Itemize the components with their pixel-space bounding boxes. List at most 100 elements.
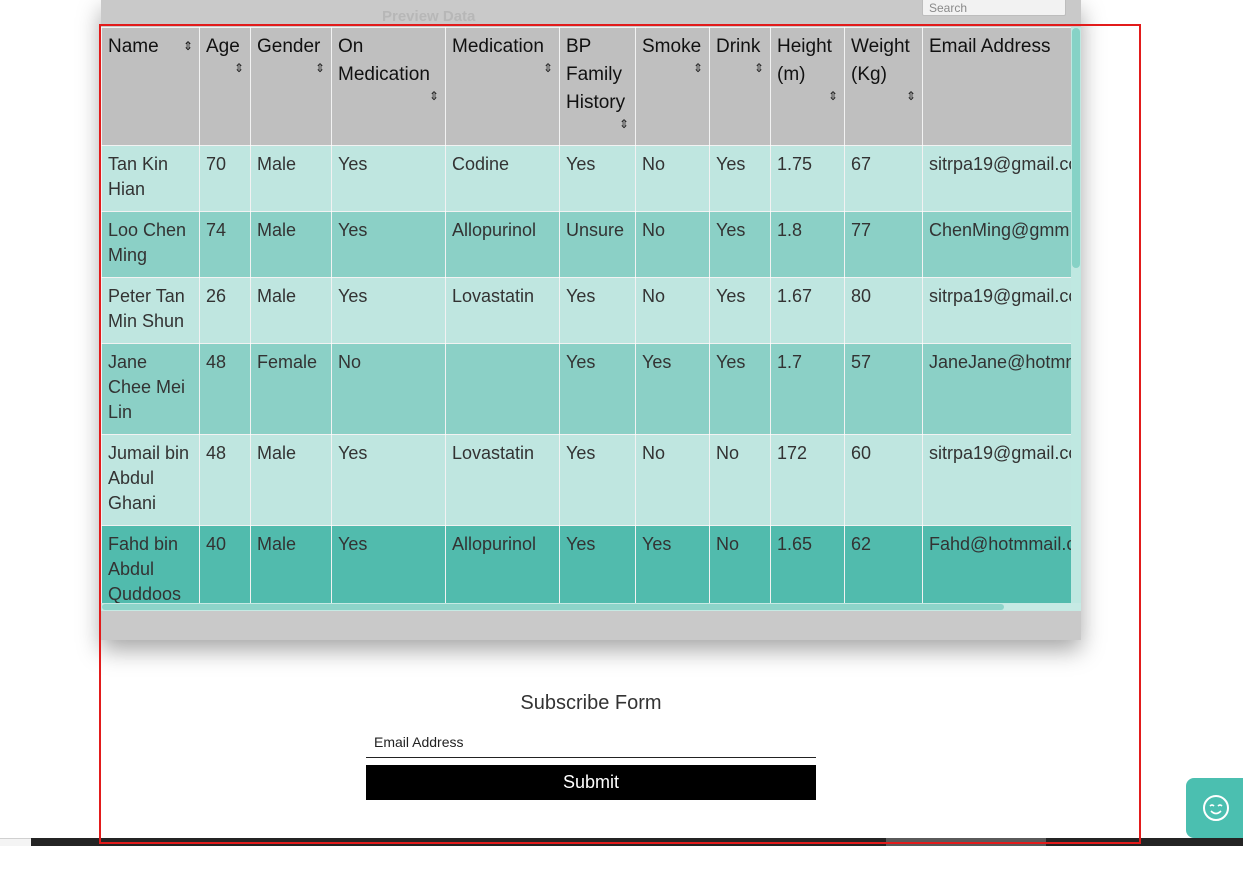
table-cell-bp-family-history: Yes xyxy=(559,343,636,435)
column-header-smoke[interactable]: Smoke ⇕ xyxy=(635,27,710,146)
table-cell-name: Loo Chen Ming xyxy=(101,211,200,278)
table-cell-smoke: Yes xyxy=(635,343,710,435)
table-cell-email: JaneJane@hotmn xyxy=(922,343,1071,435)
table-cell-age: 26 xyxy=(199,277,251,344)
footer-scroll-indicator xyxy=(886,838,1046,846)
table-cell-email: ChenMing@gmm xyxy=(922,211,1071,278)
sort-icon[interactable]: ⇕ xyxy=(338,89,439,103)
table-cell-on-medication: Yes xyxy=(331,145,446,212)
table-cell-gender: Male xyxy=(250,525,332,603)
table-cell-on-medication: Yes xyxy=(331,211,446,278)
table-cell-drink: Yes xyxy=(709,145,771,212)
email-field[interactable] xyxy=(366,727,816,758)
table-cell-medication: Codine xyxy=(445,145,560,212)
table-cell-smoke: Yes xyxy=(635,525,710,603)
table-cell-height: 1.67 xyxy=(770,277,845,344)
table-cell-medication: Allopurinol xyxy=(445,525,560,603)
table-cell-age: 70 xyxy=(199,145,251,212)
footer-edge xyxy=(0,838,31,846)
table-cell-bp-family-history: Yes xyxy=(559,145,636,212)
table-cell-weight: 67 xyxy=(844,145,923,212)
sort-icon[interactable]: ⇕ xyxy=(642,61,703,75)
table-cell-age: 48 xyxy=(199,343,251,435)
table-row[interactable]: Tan Kin Hian 70 Male Yes Codine Yes No Yes 1.75 6… xyxy=(101,145,1071,212)
table-row[interactable]: Loo Chen Ming 74 Male Yes Allopurinol Unsure N… xyxy=(101,211,1071,278)
column-header-name[interactable]: Name ⇕ xyxy=(101,27,200,146)
sort-icon[interactable]: ⇕ xyxy=(566,117,629,131)
table-cell-name: Fahd bin Abdul Quddoos xyxy=(101,525,200,603)
data-table: Name ⇕ Age ⇕ Gender ⇕ On Medication ⇕ Medica… xyxy=(101,27,1071,603)
chat-smile-icon xyxy=(1203,795,1229,821)
table-header-row: Name ⇕ Age ⇕ Gender ⇕ On Medication ⇕ Medica… xyxy=(101,27,1071,146)
table-cell-height: 1.8 xyxy=(770,211,845,278)
table-cell-email: sitrpa19@gmail.co xyxy=(922,277,1071,344)
sort-icon[interactable]: ⇕ xyxy=(206,61,244,75)
table-cell-name: Peter Tan Min Shun xyxy=(101,277,200,344)
table-cell-age: 74 xyxy=(199,211,251,278)
table-row[interactable]: Peter Tan Min Shun 26 Male Yes Lovastatin Yes… xyxy=(101,277,1071,344)
table-cell-weight: 60 xyxy=(844,434,923,526)
sort-icon[interactable]: ⇕ xyxy=(183,39,193,53)
table-cell-gender: Male xyxy=(250,145,332,212)
table-cell-smoke: No xyxy=(635,277,710,344)
column-header-gender[interactable]: Gender ⇕ xyxy=(250,27,332,146)
table-cell-on-medication: Yes xyxy=(331,525,446,603)
table-cell-bp-family-history: Unsure xyxy=(559,211,636,278)
table-cell-drink: Yes xyxy=(709,343,771,435)
table-cell-age: 40 xyxy=(199,525,251,603)
table-cell-gender: Male xyxy=(250,434,332,526)
column-header-drink[interactable]: Drink ⇕ xyxy=(709,27,771,146)
column-header-bp-family-history[interactable]: BP Family History ⇕ xyxy=(559,27,636,146)
table-cell-on-medication: No xyxy=(331,343,446,435)
column-header-email[interactable]: Email Address xyxy=(922,27,1071,146)
table-cell-gender: Male xyxy=(250,277,332,344)
table-cell-height: 1.65 xyxy=(770,525,845,603)
sort-icon[interactable]: ⇕ xyxy=(452,61,553,75)
table-cell-medication: Allopurinol xyxy=(445,211,560,278)
background-search-input[interactable]: Search xyxy=(922,0,1066,16)
table-cell-on-medication: Yes xyxy=(331,277,446,344)
table-cell-weight: 80 xyxy=(844,277,923,344)
table-cell-medication: Lovastatin xyxy=(445,434,560,526)
sort-icon[interactable]: ⇕ xyxy=(777,89,838,103)
column-header-age[interactable]: Age ⇕ xyxy=(199,27,251,146)
column-header-weight[interactable]: Weight (Kg) ⇕ xyxy=(844,27,923,146)
table-cell-drink: No xyxy=(709,525,771,603)
table-cell-weight: 77 xyxy=(844,211,923,278)
sort-icon[interactable]: ⇕ xyxy=(257,61,325,75)
table-cell-bp-family-history: Yes xyxy=(559,277,636,344)
data-table-container: Name ⇕ Age ⇕ Gender ⇕ On Medication ⇕ Medica… xyxy=(101,27,1071,603)
table-cell-name: Tan Kin Hian xyxy=(101,145,200,212)
vertical-scrollbar-thumb[interactable] xyxy=(1072,28,1080,268)
table-cell-bp-family-history: Yes xyxy=(559,434,636,526)
table-cell-smoke: No xyxy=(635,434,710,526)
table-row[interactable]: Fahd bin Abdul Quddoos 40 Male Yes Allopurin… xyxy=(101,525,1071,603)
table-cell-medication: Lovastatin xyxy=(445,277,560,344)
table-cell-email: sitrpa19@gmail.co xyxy=(922,434,1071,526)
subscribe-form-title: Subscribe Form xyxy=(520,692,662,714)
column-header-height[interactable]: Height (m) ⇕ xyxy=(770,27,845,146)
table-cell-medication xyxy=(445,343,560,435)
table-cell-drink: No xyxy=(709,434,771,526)
table-cell-name: Jane Chee Mei Lin xyxy=(101,343,200,435)
table-cell-on-medication: Yes xyxy=(331,434,446,526)
table-cell-gender: Male xyxy=(250,211,332,278)
table-cell-age: 48 xyxy=(199,434,251,526)
submit-button[interactable]: Submit xyxy=(366,765,816,800)
table-row[interactable]: Jane Chee Mei Lin 48 Female No Yes Yes Yes 1.7 5… xyxy=(101,343,1071,435)
table-cell-weight: 62 xyxy=(844,525,923,603)
sort-icon[interactable]: ⇕ xyxy=(716,61,764,75)
table-body: Tan Kin Hian 70 Male Yes Codine Yes No Yes 1.75 6… xyxy=(101,145,1071,603)
horizontal-scrollbar-thumb[interactable] xyxy=(102,604,1004,610)
chat-widget-button[interactable] xyxy=(1186,778,1243,838)
table-cell-smoke: No xyxy=(635,211,710,278)
table-cell-height: 1.75 xyxy=(770,145,845,212)
background-dialog-title: Preview Data xyxy=(382,8,476,25)
table-cell-name: Jumail bin Abdul Ghani xyxy=(101,434,200,526)
column-header-medication[interactable]: Medication ⇕ xyxy=(445,27,560,146)
table-row[interactable]: Jumail bin Abdul Ghani 48 Male Yes Lovastati… xyxy=(101,434,1071,526)
column-header-on-medication[interactable]: On Medication ⇕ xyxy=(331,27,446,146)
sort-icon[interactable]: ⇕ xyxy=(851,89,916,103)
table-cell-email: sitrpa19@gmail.co xyxy=(922,145,1071,212)
table-cell-drink: Yes xyxy=(709,277,771,344)
